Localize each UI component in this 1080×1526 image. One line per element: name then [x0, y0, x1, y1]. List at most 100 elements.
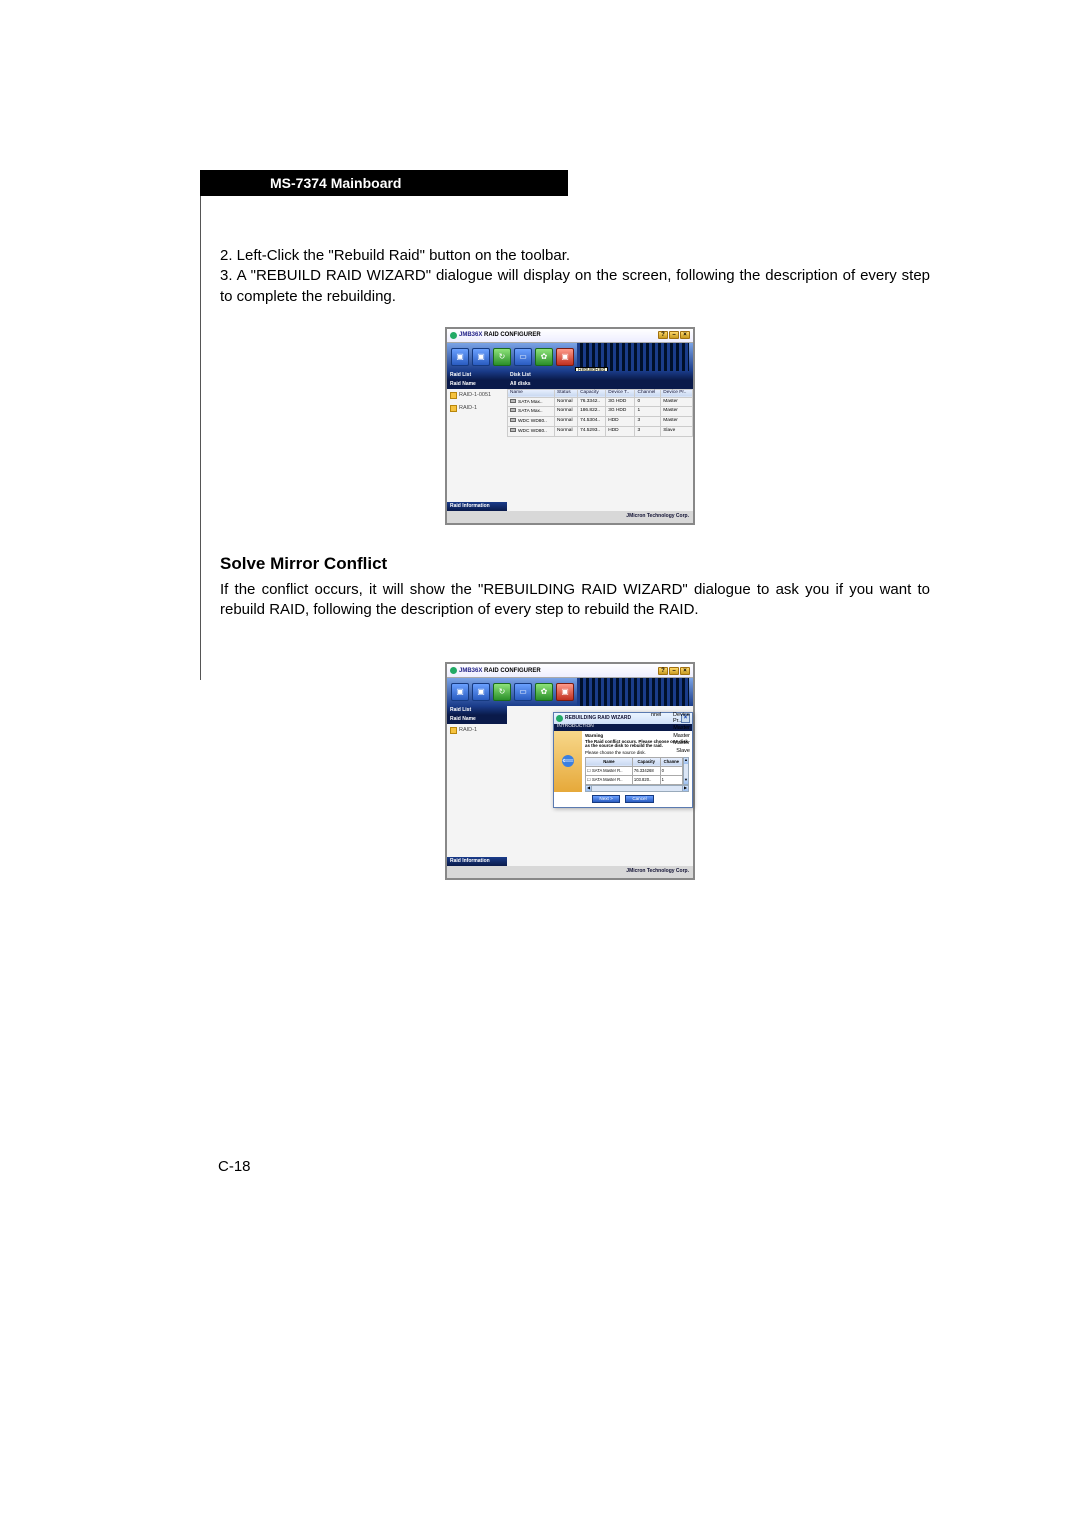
src-row[interactable]: ☐ SATA Master R..76.3342680	[586, 766, 683, 775]
raid-list-pane: Raid List Raid Name RAID-1-0051 RAID-1 R…	[447, 371, 507, 511]
src-col-channel[interactable]: Channe	[660, 757, 682, 766]
tool-disk-icon[interactable]: ▣	[472, 683, 490, 701]
wizard-sidebar: ⟸	[554, 731, 582, 792]
raid-item-2[interactable]: RAID-1	[447, 724, 507, 737]
raid-info-header: Raid Information	[447, 502, 507, 511]
tool-settings-icon[interactable]: ✿	[535, 348, 553, 366]
disk-icon	[510, 408, 516, 412]
disk-icon	[510, 399, 516, 403]
col-status[interactable]: Status	[555, 389, 578, 397]
table-row[interactable]: WDC WD80..Normal74.5293..HDD3Slave	[508, 426, 693, 436]
app-title: JMB36X RAID CONFIGURER	[459, 332, 541, 338]
raid-item-1[interactable]: RAID-1-0051	[447, 389, 507, 402]
toolbar-decor	[577, 678, 689, 706]
disk-table: Name Status Capacity Device T.. Channel …	[507, 389, 693, 437]
toolbar: ▣ ▣ ↻ ▭ ✿ ▣ RebuildRaid	[447, 343, 693, 371]
raid-name-col: Raid Name	[447, 380, 507, 389]
raid-name-col: Raid Name	[447, 715, 507, 724]
bg-col-channel: nnel	[649, 713, 671, 724]
raid-list-header: Raid List	[447, 371, 507, 380]
raid-icon	[450, 727, 457, 734]
checkbox[interactable]: ☐	[587, 777, 591, 782]
disk-list-header: Disk List	[507, 371, 693, 380]
bg-row: Master	[651, 732, 693, 740]
help-button[interactable]: ?	[658, 667, 668, 675]
app-titlebar: JMB36X RAID CONFIGURER ? – ×	[447, 664, 693, 678]
bg-rows: Master Master Master Slave	[649, 724, 693, 754]
disk-list-pane: REBUILDING RAID WIZARD × INTRODUCTION ⟸ …	[507, 706, 693, 866]
close-button[interactable]: ×	[680, 331, 690, 339]
checkbox[interactable]: ☐	[587, 768, 591, 773]
wizard-title-text: REBUILDING RAID WIZARD	[565, 716, 631, 721]
source-disk-table: Name Capacity Channe ☐ SATA Master R..76…	[585, 757, 683, 785]
page-number: C-18	[218, 1158, 251, 1175]
app-footer: JMicron Technology Corp.	[447, 511, 693, 523]
tool-drive-icon[interactable]: ▭	[514, 348, 532, 366]
raid-icon	[450, 392, 457, 399]
app-logo-icon	[450, 667, 457, 674]
solve-mirror-section: Solve Mirror Conflict If the conflict oc…	[220, 553, 930, 620]
section-heading: Solve Mirror Conflict	[220, 553, 930, 576]
table-row[interactable]: SATA Max..Normal76.3342..3G HDD0Master	[508, 397, 693, 407]
tool-refresh-icon[interactable]: ↻	[493, 348, 511, 366]
help-button[interactable]: ?	[658, 331, 668, 339]
app-logo-icon	[450, 332, 457, 339]
background-columns: nnel Device Pr.. Master Master Master Sl…	[649, 706, 693, 754]
tool-rebuild-icon[interactable]: ▣	[556, 683, 574, 701]
hscrollbar[interactable]: ◀ ▶	[585, 785, 689, 792]
disk-header-row: Name Status Capacity Device T.. Channel …	[508, 389, 693, 397]
col-capacity[interactable]: Capacity	[578, 389, 606, 397]
col-priority[interactable]: Device Pr..	[661, 389, 693, 397]
next-button[interactable]: Next >	[592, 795, 619, 804]
back-arrow-icon[interactable]: ⟸	[562, 755, 574, 767]
screenshot-rebuild-raid: JMB36X RAID CONFIGURER ? – × ▣ ▣ ↻ ▭ ✿ ▣…	[445, 327, 695, 525]
tool-drive-icon[interactable]: ▭	[514, 683, 532, 701]
minimize-button[interactable]: –	[669, 331, 679, 339]
tool-disk-icon[interactable]: ▣	[472, 348, 490, 366]
raid-icon	[450, 405, 457, 412]
bg-col-priority: Device Pr..	[671, 713, 693, 724]
scroll-down-icon[interactable]: ▼	[684, 778, 688, 784]
tool-create-icon[interactable]: ▣	[451, 348, 469, 366]
col-channel[interactable]: Channel	[635, 389, 661, 397]
raid-list-header: Raid List	[447, 706, 507, 715]
table-row[interactable]: WDC WD80..Normal74.5304..HDD3Master	[508, 417, 693, 427]
disk-icon	[510, 418, 516, 422]
vscrollbar[interactable]: ▲ ▼	[683, 757, 689, 785]
instruction-steps: 2. Left-Click the "Rebuild Raid" button …	[220, 246, 930, 307]
cancel-button[interactable]: Cancel	[625, 795, 653, 804]
src-row[interactable]: ☐ SATA Master R..103.820..1	[586, 775, 683, 784]
scroll-left-icon[interactable]: ◀	[585, 785, 592, 792]
bg-row: Slave	[651, 747, 693, 755]
col-device-type[interactable]: Device T..	[606, 389, 635, 397]
raid-info-header: Raid Information	[447, 857, 507, 866]
tool-rebuild-icon[interactable]: ▣	[556, 348, 574, 366]
raid-item-2[interactable]: RAID-1	[447, 402, 507, 415]
step-3: 3. A "REBUILD RAID WIZARD" dialogue will…	[220, 266, 930, 307]
close-button[interactable]: ×	[680, 667, 690, 675]
table-row[interactable]: SATA Max..Normal186.822..3G HDD1Master	[508, 407, 693, 417]
col-name[interactable]: Name	[508, 389, 555, 397]
wizard-buttons: Next > Cancel	[554, 792, 692, 808]
step-2: 2. Left-Click the "Rebuild Raid" button …	[220, 246, 930, 266]
disk-icon	[510, 428, 516, 432]
scroll-right-icon[interactable]: ▶	[682, 785, 689, 792]
src-col-capacity[interactable]: Capacity	[632, 757, 660, 766]
tool-create-icon[interactable]: ▣	[451, 683, 469, 701]
src-col-name[interactable]: Name	[586, 757, 633, 766]
solve-text: If the conflict occurs, it will show the…	[220, 580, 930, 621]
tool-refresh-icon[interactable]: ↻	[493, 683, 511, 701]
app-footer: JMicron Technology Corp.	[447, 866, 693, 878]
toolbar: ▣ ▣ ↻ ▭ ✿ ▣	[447, 678, 693, 706]
app-titlebar: JMB36X RAID CONFIGURER ? – ×	[447, 329, 693, 343]
src-header-row: Name Capacity Channe	[586, 757, 683, 766]
minimize-button[interactable]: –	[669, 667, 679, 675]
chapter-title: MS-7374 Mainboard	[270, 175, 401, 191]
bg-row: Master	[651, 724, 693, 732]
tool-settings-icon[interactable]: ✿	[535, 683, 553, 701]
bg-row: Master	[651, 739, 693, 747]
raid-list-pane: Raid List Raid Name RAID-1 Raid Informat…	[447, 706, 507, 866]
chapter-header: MS-7374 Mainboard	[200, 170, 568, 196]
screenshot-wizard: JMB36X RAID CONFIGURER ? – × ▣ ▣ ↻ ▭ ✿ ▣…	[445, 662, 695, 880]
disk-list-pane: Disk List All disks Name Status Capacity…	[507, 371, 693, 511]
